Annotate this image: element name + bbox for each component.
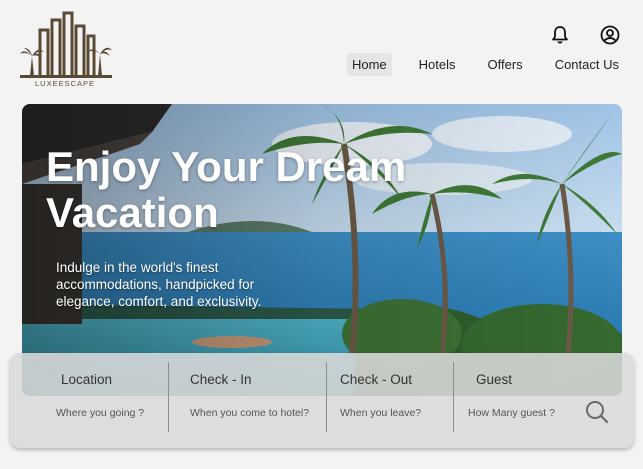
guest-label: Guest [476, 372, 513, 387]
check-in-label: Check - In [190, 372, 252, 387]
check-out-field[interactable]: Check - Out When you leave? [327, 353, 453, 448]
check-out-placeholder: When you leave? [340, 407, 422, 419]
nav-home[interactable]: Home [346, 53, 392, 76]
brand-name: LUXEESCAPE [34, 79, 96, 88]
check-in-placeholder: When you come to hotel? [190, 407, 310, 419]
main-nav: Home Hotels Offers Contact Us [346, 53, 624, 76]
search-icon[interactable] [584, 399, 610, 425]
guest-field[interactable]: Guest How Many guest ? [454, 353, 574, 448]
guest-placeholder: How Many guest ? [468, 407, 555, 419]
nav-hotels[interactable]: Hotels [414, 53, 461, 76]
hero-title-line-2: Vacation [46, 189, 219, 237]
nav-offers[interactable]: Offers [483, 53, 528, 76]
header-actions [549, 24, 621, 46]
location-field[interactable]: Location Where you going ? [10, 353, 168, 448]
bell-icon[interactable] [549, 24, 571, 46]
hero-subtitle: Indulge in the world's finest accommodat… [56, 260, 262, 309]
hero-title: Enjoy Your Dream Vacation [46, 143, 466, 237]
booking-search-bar: Location Where you going ? Check - In Wh… [10, 353, 634, 448]
check-in-field[interactable]: Check - In When you come to hotel? [169, 353, 326, 448]
logo-mark-icon [20, 11, 112, 78]
check-out-label: Check - Out [340, 372, 413, 387]
hero-title-line-1: Enjoy Your Dream [46, 143, 407, 190]
location-placeholder: Where you going ? [56, 407, 145, 419]
user-account-icon[interactable] [599, 24, 621, 46]
brand-logo[interactable]: LUXEESCAPE [18, 10, 112, 90]
nav-contact-us[interactable]: Contact Us [550, 53, 624, 76]
location-label: Location [61, 372, 113, 387]
